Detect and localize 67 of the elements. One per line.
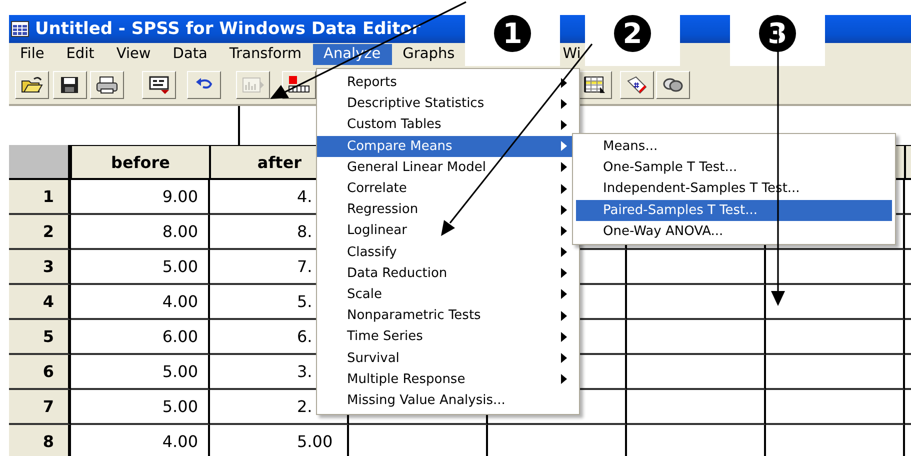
submenu-arrow-icon <box>561 120 567 130</box>
table-cell: 4.00 <box>71 285 210 320</box>
submenu-arrow-icon <box>561 162 567 172</box>
table-cell: 6.00 <box>71 320 210 355</box>
submenu-arrow-icon <box>561 289 567 300</box>
table-cell: 5.00 <box>71 390 210 425</box>
menu-item[interactable]: Descriptive Statistics <box>317 93 579 114</box>
menu-item[interactable]: Custom Tables <box>317 114 579 136</box>
step-badge: 2 <box>585 15 680 66</box>
submenu-arrow-icon <box>561 184 567 194</box>
step-badge: 1 <box>465 15 560 66</box>
menu-item[interactable]: Edit <box>55 44 106 65</box>
tag-icon <box>625 75 649 95</box>
menu-item[interactable]: One-Sample T Test... <box>576 157 892 178</box>
bar-chart-icon <box>241 75 265 95</box>
menu-item[interactable]: Graphs <box>392 44 466 65</box>
menu-item[interactable]: File <box>9 44 56 65</box>
row-number[interactable]: 3 <box>9 250 71 285</box>
menu-item[interactable]: Wi <box>562 44 582 65</box>
open-button[interactable] <box>15 71 49 99</box>
submenu-arrow-icon <box>561 310 567 321</box>
corner-cell <box>9 145 71 180</box>
submenu-arrow-icon <box>561 268 567 278</box>
printer-icon <box>95 75 119 95</box>
submenu-arrow-icon <box>561 332 567 342</box>
menu-item[interactable]: Reports <box>317 72 579 94</box>
submenu-arrow-icon <box>561 141 567 152</box>
table-cell: 5.00 <box>71 355 210 390</box>
undo-button[interactable] <box>187 71 221 99</box>
print-button[interactable] <box>90 71 124 99</box>
row-number[interactable]: 5 <box>9 320 71 355</box>
menu-item[interactable]: View <box>105 44 162 65</box>
menu-item[interactable]: One-Way ANOVA... <box>576 220 892 242</box>
dialog-icon <box>147 75 171 95</box>
menu-item[interactable]: Paired-Samples T Test... <box>576 200 892 221</box>
row-number[interactable]: 4 <box>9 285 71 320</box>
table-cell: 4.00 <box>71 425 210 456</box>
submenu-arrow-icon <box>561 374 567 384</box>
grid-icon <box>583 75 607 95</box>
submenu-arrow-icon <box>561 226 567 236</box>
submenu-arrow-icon <box>561 98 567 109</box>
submenu-arrow-icon <box>561 247 567 258</box>
row-number[interactable]: 1 <box>9 180 71 215</box>
spreadsheet-icon <box>11 21 29 37</box>
menu-item[interactable]: Transform <box>218 44 313 65</box>
tag-button[interactable] <box>620 71 654 99</box>
column-header[interactable]: before <box>71 145 210 180</box>
folder-icon <box>20 75 44 95</box>
sets-button[interactable] <box>656 71 690 99</box>
submenu-arrow-icon <box>561 78 567 88</box>
grid-button[interactable] <box>578 71 612 99</box>
save-button[interactable] <box>53 71 87 99</box>
step-badge: 3 <box>730 15 825 66</box>
table-cell: 9.00 <box>71 180 210 215</box>
table-row-icon <box>287 75 311 95</box>
menu-item[interactable]: Data <box>162 44 218 65</box>
submenu-arrow-icon <box>561 204 567 215</box>
menu-item[interactable]: Means... <box>576 136 892 158</box>
row-number[interactable]: 6 <box>9 355 71 390</box>
dialog-button[interactable] <box>142 71 176 99</box>
row-number[interactable]: 8 <box>9 425 71 456</box>
row-number[interactable]: 7 <box>9 390 71 425</box>
submenu-arrow-icon <box>561 353 567 364</box>
table-cell: 8.00 <box>71 215 210 250</box>
row-number[interactable]: 2 <box>9 215 71 250</box>
table-cell: 5.00 <box>210 425 349 456</box>
table-cell: 5.00 <box>71 250 210 285</box>
